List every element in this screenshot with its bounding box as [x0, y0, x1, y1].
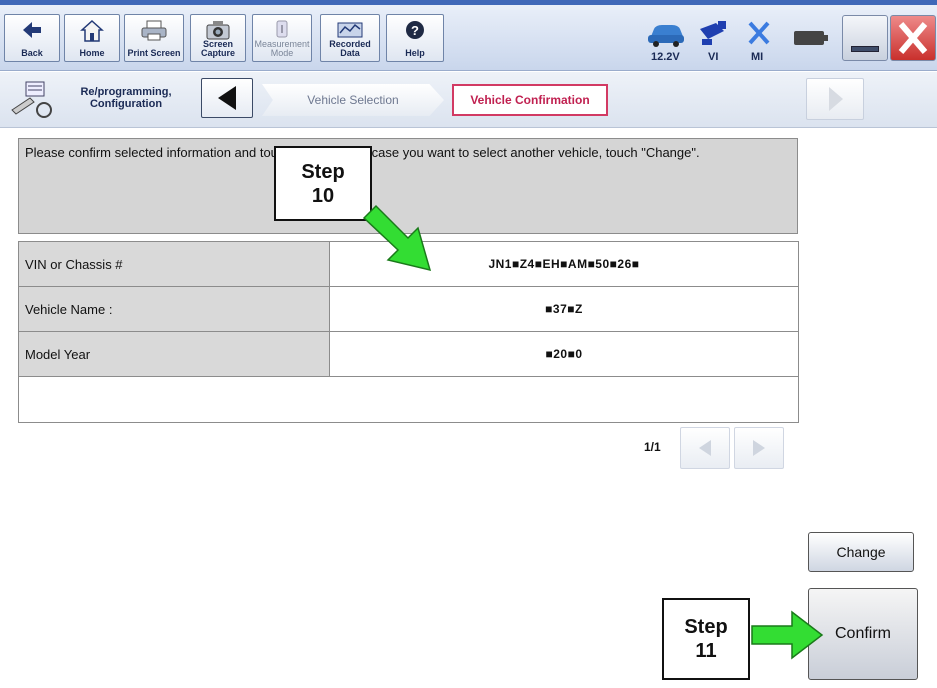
- crumb-vehicle-selection[interactable]: Vehicle Selection: [262, 84, 444, 116]
- triangle-left-icon: [699, 440, 711, 456]
- page-indicator: 1/1: [644, 440, 661, 454]
- breadcrumb-back-button[interactable]: [201, 78, 253, 118]
- crumb-vehicle-confirmation[interactable]: Vehicle Confirmation: [452, 84, 608, 116]
- breadcrumb-next-button[interactable]: [806, 78, 864, 120]
- recorded-data-button[interactable]: Recorded Data: [320, 14, 380, 62]
- step-11-callout: Step 11: [662, 598, 750, 680]
- battery-icon: [794, 31, 828, 45]
- recorded-data-icon: [337, 22, 363, 38]
- vi-label: VI: [708, 51, 719, 63]
- empty-cell: [19, 377, 798, 422]
- confirm-button[interactable]: Confirm: [808, 588, 918, 680]
- table-row: Model Year ■20■0: [19, 332, 798, 377]
- recorded-data-label: Recorded Data: [329, 39, 371, 58]
- model-year-value: ■20■0: [330, 332, 798, 376]
- green-arrow-icon: [362, 204, 432, 272]
- screen-capture-button[interactable]: Screen Capture: [190, 14, 246, 62]
- vin-label: VIN or Chassis #: [19, 242, 330, 286]
- help-button[interactable]: ? Help: [386, 14, 444, 62]
- page-prev-button[interactable]: [680, 427, 730, 469]
- triangle-right-icon: [829, 87, 843, 111]
- vehicle-name-value: ■37■Z: [330, 287, 798, 331]
- toolbar: Back Home Print Screen Screen Capture Me…: [0, 5, 937, 71]
- close-icon: [898, 22, 928, 54]
- measurement-mode-label: Measurement Mode: [254, 39, 310, 58]
- step-10-number: 10: [311, 184, 335, 207]
- step-10-callout: Step 10: [274, 146, 372, 221]
- home-icon: [80, 19, 104, 42]
- step-11-word: Step: [684, 616, 728, 638]
- print-screen-button[interactable]: Print Screen: [124, 14, 184, 62]
- step-11-number: 11: [695, 640, 717, 662]
- help-label: Help: [405, 48, 425, 58]
- print-screen-label: Print Screen: [127, 48, 181, 58]
- mi-disconnected-icon: [748, 21, 770, 45]
- minimize-button[interactable]: [842, 15, 888, 61]
- reprogramming-label: Re/programming, Configuration: [80, 86, 172, 110]
- breadcrumb: Re/programming, Configuration Vehicle Se…: [0, 72, 937, 128]
- voltage-readout: 12.2V: [651, 51, 680, 63]
- reprogramming-crumb[interactable]: Re/programming, Configuration: [4, 78, 194, 122]
- back-label: Back: [21, 48, 43, 58]
- triangle-right-icon: [753, 440, 765, 456]
- camera-icon: [206, 21, 230, 40]
- back-arrow-icon: [23, 22, 41, 38]
- close-button[interactable]: [890, 15, 936, 61]
- car-battery-icon: [648, 25, 684, 47]
- table-row-empty: [19, 377, 798, 422]
- gauge-icon: [276, 20, 288, 38]
- minimize-icon: [851, 46, 879, 52]
- measurement-mode-button[interactable]: Measurement Mode: [252, 14, 312, 62]
- page-next-button[interactable]: [734, 427, 784, 469]
- help-icon: ?: [406, 21, 424, 39]
- table-row: Vehicle Name : ■37■Z: [19, 287, 798, 332]
- home-button[interactable]: Home: [64, 14, 120, 62]
- home-label: Home: [79, 48, 105, 58]
- mi-label: MI: [751, 51, 764, 63]
- svg-text:?: ?: [411, 23, 419, 38]
- model-year-label: Model Year: [19, 332, 330, 376]
- wrench-computer-icon: [11, 81, 52, 118]
- step-10-word: Step: [301, 160, 345, 183]
- green-arrow-icon: [751, 610, 824, 660]
- back-button[interactable]: Back: [4, 14, 60, 62]
- vi-connector-icon: [700, 21, 726, 45]
- change-button[interactable]: Change: [808, 532, 914, 572]
- triangle-left-icon: [218, 86, 236, 110]
- screen-capture-label: Screen Capture: [200, 39, 235, 58]
- vehicle-name-label: Vehicle Name :: [19, 287, 330, 331]
- printer-icon: [141, 20, 167, 41]
